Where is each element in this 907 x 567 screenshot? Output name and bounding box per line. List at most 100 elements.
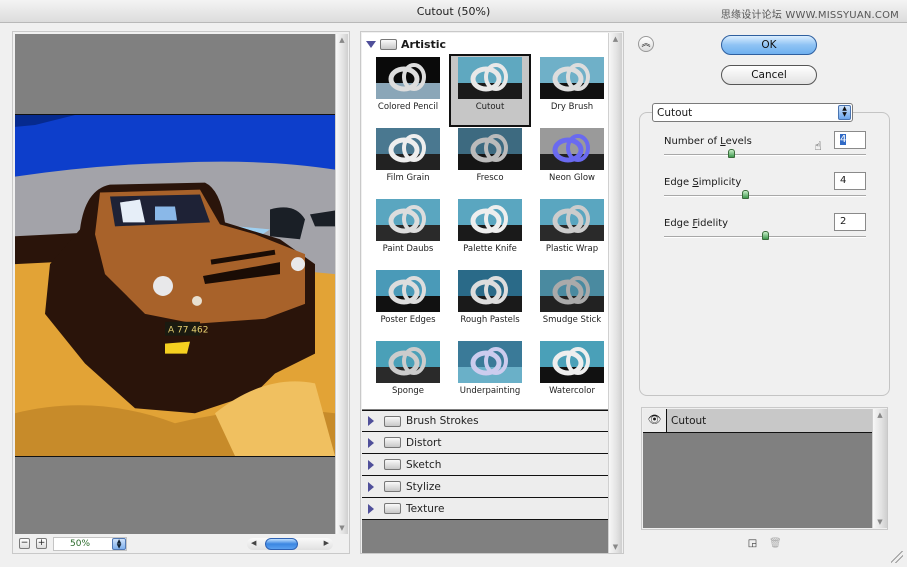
filter-thumb-rough-pastels[interactable]: Rough Pastels: [450, 268, 530, 339]
filter-thumbnails: Colored Pencil Cutout Dry Brush Film Grain F…: [368, 54, 608, 410]
collapse-gallery-button[interactable]: ︽: [638, 36, 654, 52]
expand-triangle-icon[interactable]: [368, 459, 374, 470]
category-distort[interactable]: Distort: [362, 432, 608, 454]
filter-thumb-label: Underpainting: [459, 386, 521, 396]
cancel-button[interactable]: Cancel: [721, 65, 817, 85]
preview-canvas[interactable]: A 77 462: [15, 34, 335, 534]
filter-thumb-paint-daubs[interactable]: Paint Daubs: [368, 197, 448, 268]
filter-thumb-label: Smudge Stick: [542, 315, 602, 325]
category-artistic: Artistic Colored Pencil Cutout Dry Brush Fi…: [362, 33, 608, 409]
expand-triangle-icon[interactable]: [368, 416, 374, 426]
double-chevron-up-icon: ︽: [641, 39, 651, 49]
scroll-down-icon[interactable]: ▼: [873, 516, 887, 528]
filter-thumb-cutout[interactable]: Cutout: [449, 54, 531, 127]
param-value-input[interactable]: 4: [834, 172, 866, 190]
scroll-down-icon[interactable]: ▼: [609, 541, 622, 553]
zoom-bar: − + 50% ▲ ▼ ◀ ▶: [15, 536, 335, 552]
expand-triangle-icon[interactable]: [368, 481, 374, 492]
trash-icon[interactable]: 🗑: [769, 538, 782, 550]
layers-vertical-scrollbar[interactable]: ▲ ▼: [872, 409, 887, 528]
param-value-input[interactable]: 2: [834, 213, 866, 231]
param-edge-simplicity: Edge Simplicity 4: [664, 172, 866, 217]
category-texture[interactable]: Texture: [362, 498, 608, 520]
param-number-of-levels: Number of Levels 4: [664, 131, 866, 176]
filter-thumb-sponge[interactable]: Sponge: [368, 339, 448, 410]
filter-select[interactable]: Cutout ▲ ▼: [652, 103, 853, 122]
new-effect-layer-icon[interactable]: ◲: [747, 538, 758, 550]
filter-preview-image: [458, 341, 522, 383]
zoom-level-field[interactable]: 50% ▲ ▼: [53, 537, 127, 551]
horizontal-scroll-thumb[interactable]: [265, 538, 298, 550]
filter-preview-image: [540, 57, 604, 99]
category-label: Brush Strokes: [406, 415, 479, 427]
category-stylize[interactable]: Stylize: [362, 476, 608, 498]
filter-thumb-smudge-stick[interactable]: Smudge Stick: [532, 268, 612, 339]
ok-button[interactable]: OK: [721, 35, 817, 55]
filter-thumb-colored-pencil[interactable]: Colored Pencil: [368, 55, 448, 126]
category-label: Texture: [406, 502, 445, 515]
scrubby-hand-cursor-icon: ☝: [814, 139, 822, 153]
expand-triangle-icon[interactable]: [368, 503, 374, 514]
filter-thumb-poster-edges[interactable]: Poster Edges: [368, 268, 448, 339]
preview-horizontal-scrollbar[interactable]: ◀ ▶: [247, 538, 333, 550]
filter-thumb-film-grain[interactable]: Film Grain: [368, 126, 448, 197]
category-label: Stylize: [406, 480, 441, 493]
scroll-up-icon[interactable]: ▲: [873, 409, 887, 421]
eye-icon[interactable]: 👁: [643, 409, 667, 432]
select-arrows-icon[interactable]: ▲ ▼: [838, 105, 851, 120]
param-slider-track[interactable]: [664, 195, 866, 197]
filter-preview-image: [458, 270, 522, 312]
scroll-up-icon[interactable]: ▲: [609, 33, 622, 45]
filter-thumb-label: Rough Pastels: [460, 315, 520, 325]
category-sketch[interactable]: Sketch: [362, 454, 608, 476]
category-label: Artistic: [401, 37, 447, 51]
scroll-up-icon[interactable]: ▲: [336, 34, 348, 46]
filter-thumb-label: Neon Glow: [549, 173, 595, 183]
zoom-out-button[interactable]: −: [19, 538, 30, 549]
filter-thumb-fresco[interactable]: Fresco: [450, 126, 530, 197]
filter-thumb-label: Cutout: [475, 102, 505, 112]
effect-layer-row[interactable]: 👁 Cutout: [643, 409, 872, 433]
preview-image: A 77 462: [15, 114, 335, 457]
filter-preview-image: [540, 341, 604, 383]
filter-preview-image: [540, 128, 604, 170]
folder-icon: [384, 437, 401, 448]
zoom-in-button[interactable]: +: [36, 538, 47, 549]
filter-preview-image: [376, 128, 440, 170]
scroll-left-icon[interactable]: ◀: [251, 539, 256, 547]
category-header-artistic[interactable]: Artistic: [366, 37, 446, 51]
filter-thumb-plastic-wrap[interactable]: Plastic Wrap: [532, 197, 612, 268]
filter-preview-image: [458, 57, 522, 99]
param-slider-knob[interactable]: [727, 149, 735, 158]
filter-preview-image: [540, 199, 604, 241]
filter-thumb-label: Sponge: [391, 386, 424, 396]
filter-select-value: Cutout: [657, 107, 693, 119]
filter-preview-image: [376, 270, 440, 312]
effect-layer-name: Cutout: [671, 415, 707, 427]
param-label: Number of Levels: [664, 136, 752, 147]
folder-icon: [384, 503, 401, 514]
preview-vertical-scrollbar[interactable]: ▲ ▼: [335, 34, 348, 534]
filter-thumb-palette-knife[interactable]: Palette Knife: [450, 197, 530, 268]
resize-grip[interactable]: [891, 551, 903, 563]
param-edge-fidelity: Edge Fidelity 2: [664, 213, 866, 258]
param-slider-knob[interactable]: [762, 231, 769, 240]
filter-thumb-watercolor[interactable]: Watercolor: [532, 339, 612, 410]
param-slider-knob[interactable]: [741, 190, 749, 199]
filter-thumb-label: Colored Pencil: [377, 102, 439, 112]
expand-triangle-icon[interactable]: [366, 40, 376, 48]
filter-thumb-neon-glow[interactable]: Neon Glow: [532, 126, 612, 197]
folder-open-icon: [380, 38, 397, 50]
scroll-right-icon[interactable]: ▶: [324, 539, 329, 547]
filter-preview-image: [376, 57, 440, 99]
param-value-input[interactable]: 4: [834, 131, 866, 149]
zoom-dropdown-icon[interactable]: ▲ ▼: [112, 538, 126, 550]
filter-thumb-underpainting[interactable]: Underpainting: [450, 339, 530, 410]
gallery-vertical-scrollbar[interactable]: ▲ ▼: [608, 33, 622, 553]
expand-triangle-icon[interactable]: [368, 437, 374, 448]
filter-thumb-dry-brush[interactable]: Dry Brush: [532, 55, 612, 126]
scroll-down-icon[interactable]: ▼: [336, 522, 348, 534]
filter-thumb-label: Paint Daubs: [382, 244, 434, 254]
param-slider-track[interactable]: [664, 154, 866, 156]
category-brush-strokes[interactable]: Brush Strokes: [362, 410, 608, 432]
